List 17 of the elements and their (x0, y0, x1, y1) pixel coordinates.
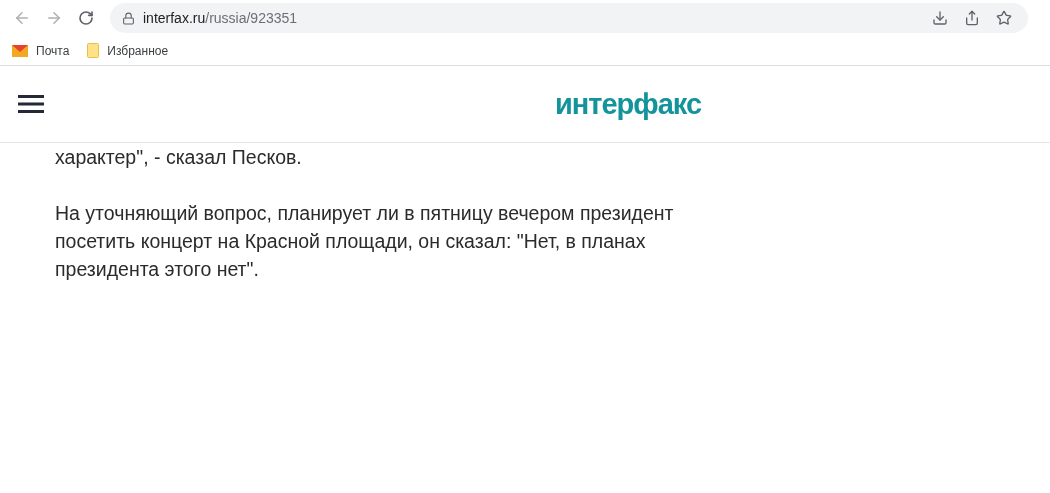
folder-icon (87, 43, 100, 58)
share-icon[interactable] (964, 10, 980, 26)
install-icon[interactable] (932, 10, 948, 26)
envelope-icon (12, 44, 28, 57)
bookmark-item[interactable]: Почта (12, 41, 70, 60)
article-paragraph: На уточняющий вопрос, планирует ли в пятницу вечером президент посетить концерт на Красной площади, он сказал: "Нет, в планах президента этого нет". (55, 201, 675, 282)
site-logo[interactable]: интерфакс (554, 89, 702, 119)
forward-arrow-icon (45, 9, 63, 27)
bookmark-star-icon[interactable] (996, 10, 1012, 26)
url-path: /russia/923351 (205, 8, 298, 28)
article-paragraph: характер", - сказал Песков. (55, 145, 303, 170)
reload-icon (78, 10, 94, 26)
lock-icon (122, 11, 135, 25)
menu-icon[interactable] (18, 94, 44, 114)
bookmark-item[interactable]: Избранное (87, 41, 169, 60)
address-bar[interactable]: interfax.ru/russia/923351 (110, 3, 1028, 33)
url-host: interfax.ru (143, 8, 206, 28)
